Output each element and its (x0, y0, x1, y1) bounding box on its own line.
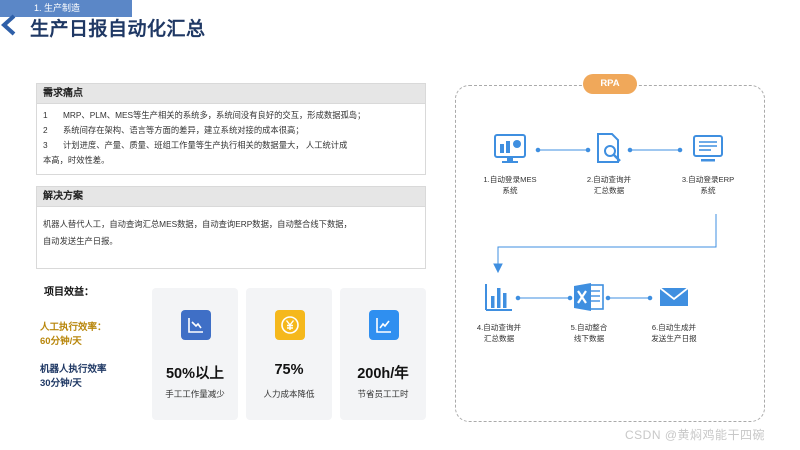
mes-dashboard-icon (494, 134, 526, 163)
benefit-value: 50%以上 (165, 366, 225, 382)
human-efficiency-value: 60分钟/天 (40, 336, 82, 347)
step-label-line: 发送生产日报 (651, 334, 697, 343)
robot-efficiency-label: 机器人执行效率 (40, 364, 107, 375)
robot-efficiency-value: 30分钟/天 (40, 378, 82, 389)
step-label-line: 线下数据 (573, 334, 605, 343)
benefit-card-hours: 200h/年 节省员工工时 (340, 288, 426, 420)
step-label-line: 5.自动整合 (570, 323, 608, 332)
chart-up-icon (369, 310, 399, 340)
human-efficiency-label: 人工执行效率： (40, 322, 107, 333)
pain-points-panel: 需求痛点 1 MRP、PLM、MES等生产相关的系统多，系统间没有良好的交互，形… (36, 83, 426, 175)
pain-point-number: 2 (43, 125, 48, 135)
monitor-icon (693, 135, 723, 162)
watermark: CSDN @黄焖鸡能干四碗 (625, 428, 766, 442)
pain-point-item: 1 MRP、PLM、MES等生产相关的系统多，系统间没有良好的交互，形成数据孤岛… (43, 108, 419, 123)
step-label-line: 系统 (502, 186, 518, 195)
document-search-icon (597, 133, 621, 163)
rpa-step-4: 4.自动查询并 汇总数据 (457, 280, 541, 344)
pain-point-text: 计划进度、产量、质量、班组工作量等生产执行相关的数据量大， 人工统计成 (63, 140, 348, 150)
excel-icon (574, 283, 604, 311)
rpa-step-1: 1.自动登录MES 系统 (468, 132, 552, 196)
rpa-step-2: 2.自动查询并 汇总数据 (567, 132, 651, 196)
human-efficiency: 人工执行效率： 60分钟/天 (40, 321, 107, 349)
benefit-label: 手工工作量减少 (165, 389, 225, 399)
rpa-step-6: 6.自动生成并 发送生产日报 (632, 280, 716, 344)
pain-point-text: 系统间存在架构、语言等方面的差异，建立系统对接的成本很高； (63, 125, 304, 135)
solution-heading: 解决方案 (37, 187, 425, 207)
step-label-line: 汇总数据 (483, 334, 515, 343)
step-label-line: 1.自动登录MES (483, 175, 537, 184)
pain-point-item: 2 系统间存在架构、语言等方面的差异，建立系统对接的成本很高； (43, 123, 419, 138)
yen-coin-icon (275, 310, 305, 340)
robot-efficiency: 机器人执行效率 30分钟/天 (40, 363, 107, 391)
benefit-label: 人力成本降低 (263, 389, 315, 399)
benefit-value: 200h/年 (357, 366, 409, 382)
chart-down-icon (181, 310, 211, 340)
solution-panel: 解决方案 机器人替代人工，自动查询汇总MES数据，自动查询ERP数据，自动整合线… (36, 186, 426, 269)
page-title: 生产日报自动化汇总 (30, 19, 206, 40)
pain-point-text: MRP、PLM、MES等生产相关的系统多，系统间没有良好的交互，形成数据孤岛； (63, 110, 366, 120)
benefits-title: 项目效益： (44, 287, 94, 298)
solution-text-line: 自动发送生产日报。 (43, 236, 118, 246)
rpa-badge: RPA (583, 74, 637, 94)
benefit-card-cost: 75% 人力成本降低 (246, 288, 332, 420)
benefit-label: 节省员工工时 (357, 389, 409, 399)
step-label-line: 2.自动查询并 (586, 175, 632, 184)
chevron-left-icon (1, 14, 16, 36)
benefit-card-workload: 50%以上 手工工作量减少 (152, 288, 238, 420)
step-label-line: 6.自动生成并 (651, 323, 697, 332)
bar-chart-icon (485, 284, 512, 311)
benefit-value: 75% (274, 362, 304, 378)
rpa-step-5: 5.自动整合 线下数据 (547, 280, 631, 344)
step-label-line: 汇总数据 (593, 186, 625, 195)
step-label-line: 4.自动查询并 (476, 323, 522, 332)
solution-text-line: 机器人替代人工，自动查询汇总MES数据，自动查询ERP数据，自动整合线下数据， (43, 219, 352, 229)
pain-points-heading: 需求痛点 (37, 84, 425, 104)
step-label-line: 3.自动登录ERP (681, 175, 735, 184)
step-label-line: 系统 (700, 186, 716, 195)
mail-icon (659, 287, 689, 306)
pain-point-number: 1 (43, 110, 48, 120)
rpa-step-3: 3.自动登录ERP 系统 (666, 132, 750, 196)
pain-point-number: 3 (43, 140, 48, 150)
pain-point-continuation: 本高，时效性差。 (43, 155, 110, 165)
pain-point-item: 3 计划进度、产量、质量、班组工作量等生产执行相关的数据量大， 人工统计成 (43, 138, 419, 153)
